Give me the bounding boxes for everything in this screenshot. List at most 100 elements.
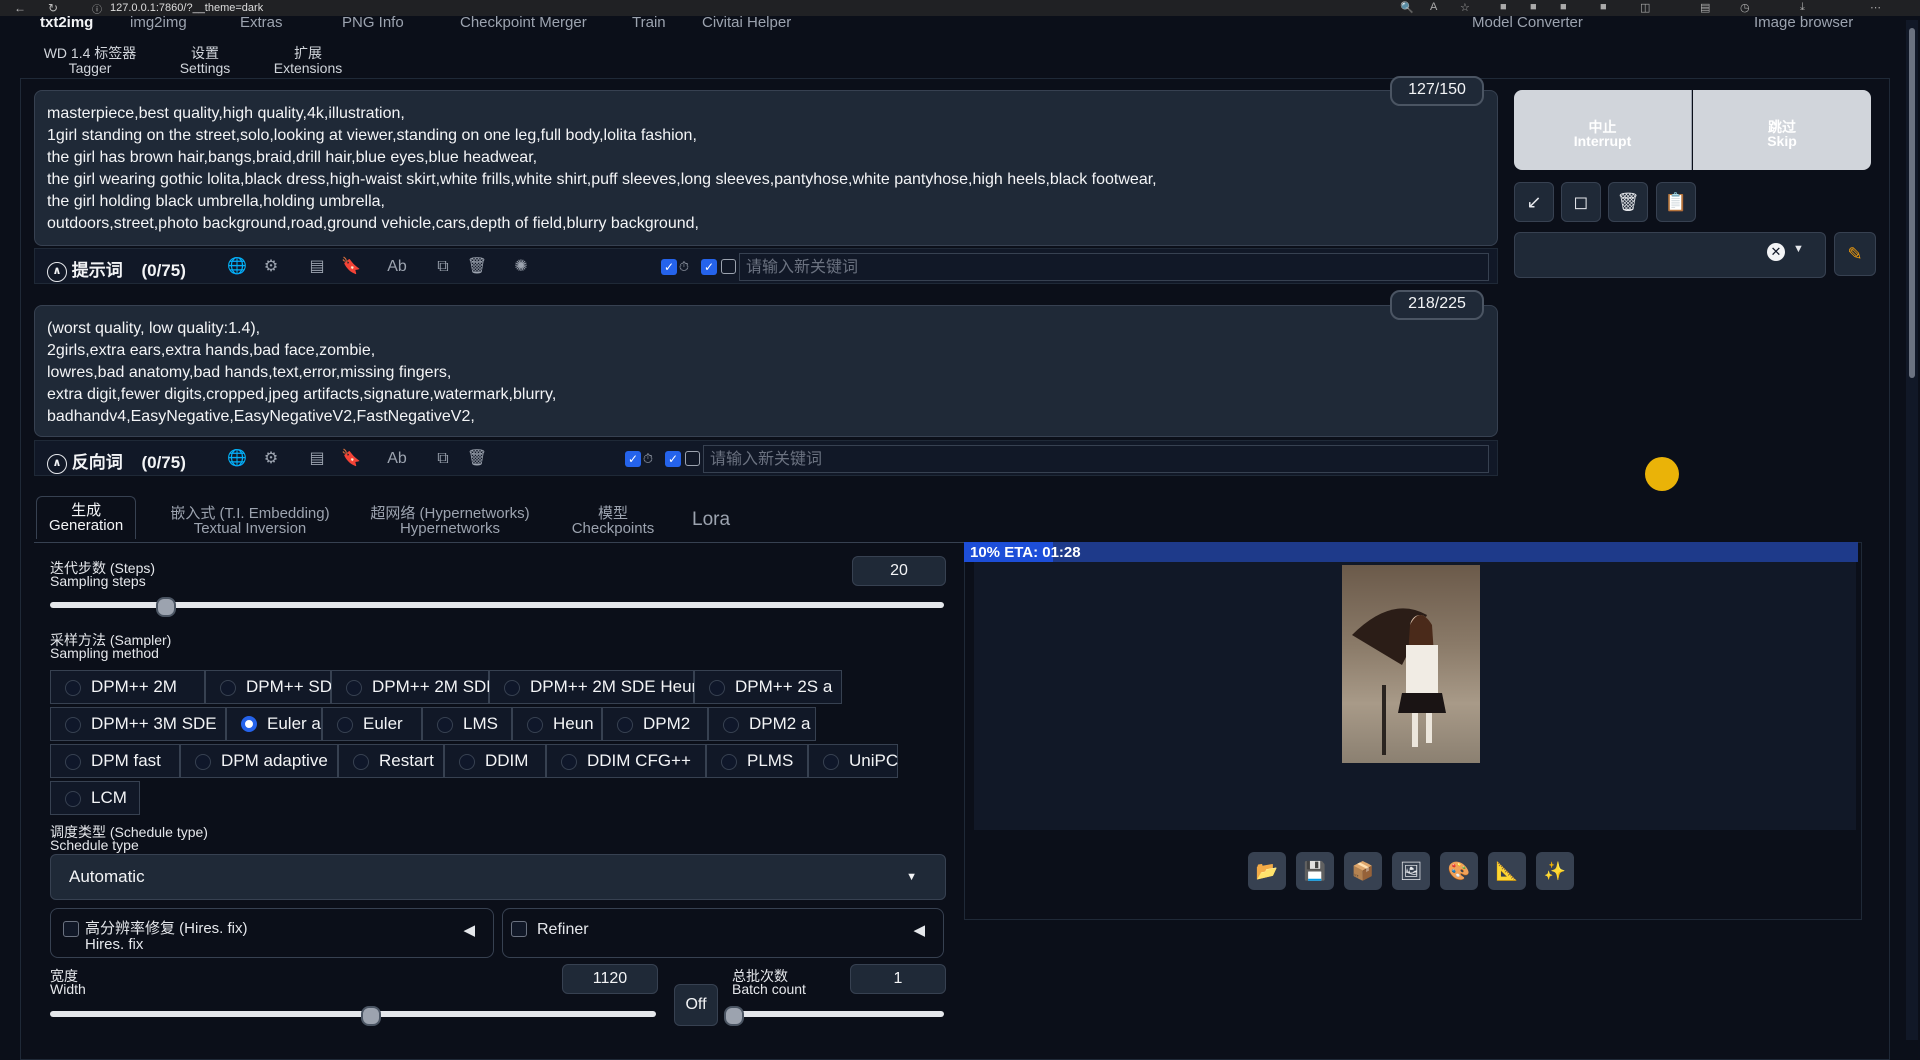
trash-icon[interactable]: 🗑 [1608,182,1648,222]
tab-tagger[interactable]: WD 1.4 标签器 Tagger [40,46,140,76]
gear-icon[interactable]: ⚙ [259,255,283,279]
sampler-option[interactable]: DPM2 [602,707,708,741]
tab-textual-inversion[interactable]: 嵌入式 (T.I. Embedding) Textual Inversion [168,506,332,536]
keyword-input[interactable]: 请输入新关键词 [739,253,1489,281]
trash-icon[interactable]: 🗑 [465,255,489,279]
preview-image[interactable] [1342,565,1480,763]
sampler-option[interactable]: Euler a [226,707,322,741]
refiner-accordion[interactable]: Refiner ◀ [502,908,944,958]
back-icon[interactable]: ← [14,1,26,15]
keyword-input[interactable]: 请输入新关键词 [703,445,1489,473]
sampler-option[interactable]: DPM2 a [708,707,816,741]
swap-off-button[interactable]: Off [674,984,718,1026]
batch-count-slider[interactable] [734,1011,944,1017]
download-icon[interactable]: ⤓ [1800,1,1805,14]
append-checkbox[interactable]: ✓ [665,451,681,467]
negative-prompt-label[interactable]: ∧ 反向词 (0/75) [47,448,186,474]
square-icon[interactable]: ◻ [1561,182,1601,222]
menu-icon[interactable]: ⋯ [1870,1,1881,14]
text-format-icon[interactable]: Ab [385,255,409,279]
tab-hypernetworks[interactable]: 超网络 (Hypernetworks) Hypernetworks [366,506,534,536]
tab-img2img[interactable]: img2img [130,14,187,31]
schedule-type-dropdown[interactable]: Automatic ▼ [50,854,946,900]
extension-icon[interactable]: ■ [1530,1,1537,13]
history-list-icon[interactable]: ▤ [305,255,329,279]
sampler-option[interactable]: DPM adaptive [180,744,338,778]
negative-prompt-textarea[interactable]: (worst quality, low quality:1.4), 2girls… [34,305,1498,437]
tab-checkpoints[interactable]: 模型 Checkpoints [566,506,660,536]
batch-count-input[interactable]: 1 [850,964,946,994]
send-to-img2img-icon[interactable]: 🖼 [1392,852,1430,890]
reload-icon[interactable]: ↻ [48,1,58,15]
sampler-option[interactable]: Heun [512,707,602,741]
skip-button[interactable]: 跳过 Skip [1693,90,1871,170]
bookmark-icon[interactable]: 🔖 [339,255,363,279]
favorite-icon[interactable]: ☆ [1460,1,1470,14]
tab-extensions[interactable]: 扩展 Extensions [268,46,348,76]
layout-checkbox[interactable] [721,259,736,274]
width-input[interactable]: 1120 [562,964,658,994]
extension-icon[interactable]: ■ [1560,1,1567,13]
sampler-option[interactable]: Restart [338,744,444,778]
sampler-option[interactable]: DPM++ 2M SDE [331,670,498,704]
page-scrollbar[interactable] [1906,20,1918,1040]
prompt-label[interactable]: ∧ 提示词 (0/75) [47,256,186,282]
send-to-inpaint-icon[interactable]: 🎨 [1440,852,1478,890]
collections-icon[interactable]: ▤ [1700,1,1710,14]
interrupt-button[interactable]: 中止 Interrupt [1514,90,1692,170]
tab-checkpoint-merger[interactable]: Checkpoint Merger [460,14,587,31]
hires-fix-checkbox[interactable] [63,921,79,937]
steps-input[interactable]: 20 [852,556,946,586]
extension-icon[interactable]: ■ [1500,1,1507,13]
refiner-checkbox[interactable] [511,921,527,937]
sampler-option[interactable]: PLMS [706,744,808,778]
width-slider[interactable] [50,1011,656,1017]
sampler-option[interactable]: DPM++ 2M [50,670,205,704]
positive-prompt-textarea[interactable]: masterpiece,best quality,high quality,4k… [34,90,1498,246]
clipboard-icon[interactable]: 📋 [1656,182,1696,222]
gear-icon[interactable]: ⚙ [259,447,283,471]
trash-icon[interactable]: 🗑 [465,447,489,471]
tab-train[interactable]: Train [632,14,666,31]
batch-count-slider-thumb[interactable] [724,1006,744,1026]
hires-fix-accordion[interactable]: 高分辨率修复 (Hires. fix) Hires. fix ◀ [50,908,494,958]
text-format-icon[interactable]: Ab [385,447,409,471]
split-screen-icon[interactable]: ◫ [1640,1,1650,14]
extension-icon[interactable]: ■ [1600,1,1607,13]
sampler-option[interactable]: DDIM CFG++ [546,744,706,778]
zip-icon[interactable]: 📦 [1344,852,1382,890]
clear-icon[interactable]: ✕ [1767,243,1785,261]
sampler-option[interactable]: DPM++ 2S a [694,670,842,704]
steps-slider[interactable] [50,602,944,608]
sampler-option[interactable]: DPM++ 3M SDE [50,707,226,741]
read-params-icon[interactable]: ↙ [1514,182,1554,222]
timer-icon[interactable]: ⏱ [639,447,657,471]
translate-icon[interactable]: 🌐 [225,447,249,471]
tab-settings[interactable]: 设置 Settings [170,46,240,76]
openai-icon[interactable]: ✺ [509,255,533,279]
zoom-icon[interactable]: 🔍 [1400,1,1414,14]
tab-png-info[interactable]: PNG Info [342,14,404,31]
bookmark-icon[interactable]: 🔖 [339,447,363,471]
info-icon[interactable]: ⓘ [92,1,102,16]
open-folder-icon[interactable]: 📂 [1248,852,1286,890]
translate-icon[interactable]: 🌐 [225,255,249,279]
tab-txt2img[interactable]: txt2img [40,14,93,31]
address-bar[interactable]: 127.0.0.1:7860/?__theme=dark [110,2,263,14]
sampler-option[interactable]: DPM++ SDE [205,670,343,704]
steps-slider-thumb[interactable] [156,597,177,617]
sampler-option[interactable]: Euler [322,707,422,741]
copy-icon[interactable]: ⧉ [431,255,455,279]
sampler-option[interactable]: DPM fast [50,744,180,778]
edit-pencil-icon[interactable]: ✎ [1834,232,1876,276]
timer-icon[interactable]: ⏱ [675,255,693,279]
tab-civitai-helper[interactable]: Civitai Helper [702,14,791,31]
send-to-extras-icon[interactable]: 📐 [1488,852,1526,890]
append-checkbox[interactable]: ✓ [701,259,717,275]
sampler-option[interactable]: DPM++ 2M SDE Heun [489,670,701,704]
history-icon[interactable]: ◷ [1740,1,1750,14]
sampler-option[interactable]: DDIM [444,744,546,778]
scrollbar-thumb[interactable] [1909,28,1915,378]
layout-checkbox[interactable] [685,451,700,466]
sparkles-icon[interactable]: ✨ [1536,852,1574,890]
